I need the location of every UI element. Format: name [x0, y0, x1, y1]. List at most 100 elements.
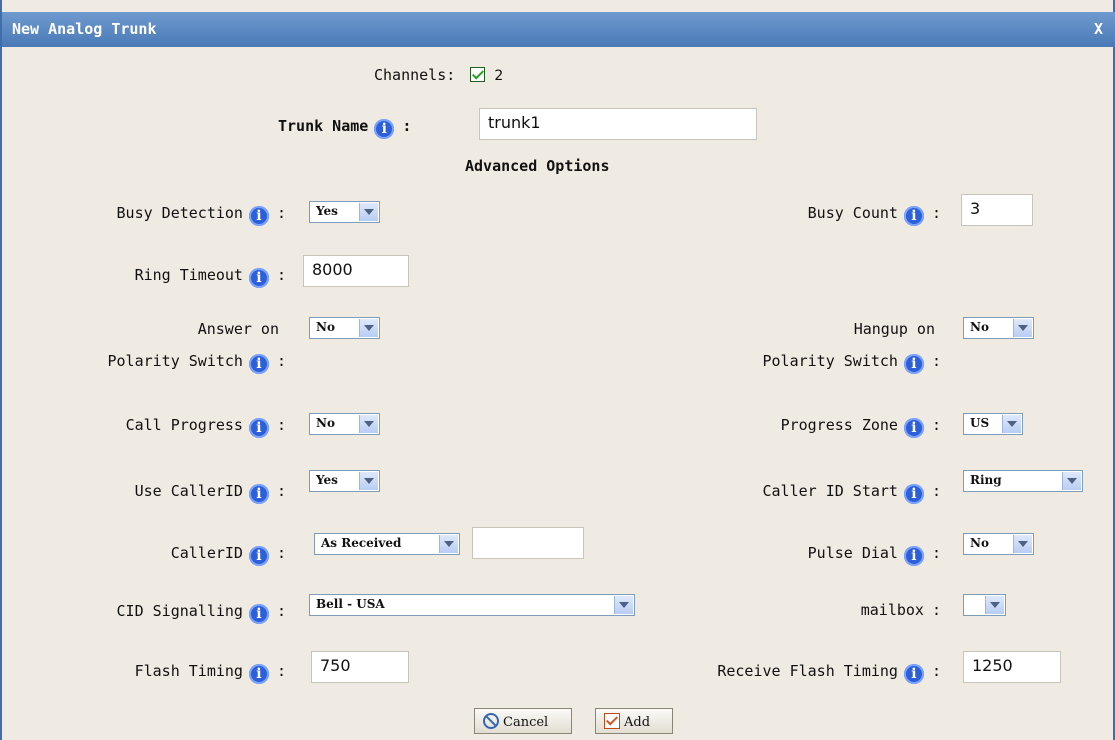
progress-zone-label: Progress Zone — [780, 416, 898, 434]
trunk-name-label: Trunk Name — [278, 117, 369, 135]
colon: : — [402, 117, 412, 135]
info-icon[interactable]: i — [903, 206, 924, 226]
answer-on-label-line2: Polarity Switch — [107, 352, 243, 370]
chevron-down-icon — [359, 319, 378, 337]
use-callerid-select[interactable]: Yes — [309, 470, 380, 492]
channels-label: Channels: — [374, 66, 456, 84]
info-icon[interactable]: i — [903, 354, 924, 374]
progress-zone-value: US — [970, 416, 990, 430]
hangup-on-polarity-select[interactable]: No — [963, 317, 1034, 339]
close-button[interactable]: X — [1094, 20, 1103, 38]
colon: : — [276, 544, 286, 562]
chevron-down-icon — [359, 472, 378, 490]
call-progress-label-row: Call Progress i: — [126, 416, 286, 438]
colon: : — [931, 482, 941, 500]
info-icon[interactable]: i — [903, 664, 924, 684]
callerid-input[interactable] — [472, 527, 584, 559]
trunk-name-input[interactable]: trunk1 — [479, 108, 757, 140]
busy-count-input[interactable]: 3 — [961, 194, 1033, 226]
flash-timing-input[interactable]: 750 — [311, 651, 409, 683]
add-label: Add — [624, 715, 651, 730]
channel-number: 2 — [494, 68, 504, 84]
info-icon[interactable]: i — [248, 664, 269, 684]
call-progress-select[interactable]: No — [309, 413, 380, 435]
colon: : — [931, 352, 941, 370]
info-icon[interactable]: i — [903, 484, 924, 504]
progress-zone-select[interactable]: US — [963, 413, 1023, 435]
callerid-start-select[interactable]: Ring — [963, 470, 1083, 492]
chevron-down-icon — [985, 596, 1004, 614]
info-icon[interactable]: i — [248, 268, 269, 288]
colon: : — [276, 482, 286, 500]
hangup-on-polarity-value: No — [970, 320, 989, 334]
flash-timing-label: Flash Timing — [134, 662, 243, 680]
cancel-label: Cancel — [503, 715, 549, 730]
busy-count-label: Busy Count — [807, 204, 898, 222]
add-button[interactable]: Add — [595, 708, 673, 734]
busy-detection-select[interactable]: Yes — [309, 201, 380, 223]
colon: : — [931, 416, 941, 434]
call-progress-value: No — [316, 416, 335, 430]
hangup-on-label-row: Polarity Switch i: — [763, 352, 941, 374]
use-callerid-label-row: Use CallerID i: — [135, 482, 286, 504]
ring-timeout-label: Ring Timeout — [134, 266, 243, 284]
cid-signalling-select[interactable]: Bell - USA — [309, 594, 635, 616]
answer-on-label-row: Polarity Switch i: — [107, 352, 286, 374]
colon: : — [276, 204, 286, 222]
info-icon[interactable]: i — [248, 604, 269, 624]
chevron-down-icon — [614, 596, 633, 614]
colon: : — [931, 204, 941, 222]
callerid-label-row: CallerID i: — [171, 544, 286, 566]
chevron-down-icon — [359, 203, 378, 221]
receive-flash-timing-label-row: Receive Flash Timing i: — [717, 662, 941, 684]
channels-row: Channels: 2 — [374, 66, 503, 84]
dialog-titlebar: New Analog Trunk X — [2, 12, 1115, 47]
call-progress-label: Call Progress — [125, 416, 243, 434]
colon: : — [276, 662, 286, 680]
ring-timeout-label-row: Ring Timeout i: — [135, 266, 286, 288]
callerid-start-value: Ring — [970, 473, 1002, 487]
use-callerid-label: Use CallerID — [134, 482, 243, 500]
busy-detection-label-row: Busy Detection i: — [117, 204, 286, 226]
colon: : — [276, 266, 286, 284]
info-icon[interactable]: i — [374, 119, 395, 139]
chevron-down-icon — [359, 415, 378, 433]
flash-timing-label-row: Flash Timing i: — [135, 662, 286, 684]
pulse-dial-label: Pulse Dial — [807, 544, 898, 562]
dialog-title: New Analog Trunk — [12, 20, 157, 38]
info-icon[interactable]: i — [248, 354, 269, 374]
cid-signalling-label: CID Signalling — [116, 602, 243, 620]
chevron-down-icon — [1002, 415, 1021, 433]
colon: : — [931, 544, 941, 562]
info-icon[interactable]: i — [248, 206, 269, 226]
channel-checkbox[interactable] — [470, 67, 486, 82]
info-icon[interactable]: i — [248, 484, 269, 504]
info-icon[interactable]: i — [248, 546, 269, 566]
colon: : — [276, 602, 286, 620]
info-icon[interactable]: i — [903, 418, 924, 438]
colon: : — [931, 662, 941, 680]
pulse-dial-select[interactable]: No — [963, 533, 1034, 555]
callerid-select[interactable]: As Received — [314, 533, 460, 555]
busy-detection-label: Busy Detection — [116, 204, 243, 222]
answer-on-polarity-select[interactable]: No — [309, 317, 380, 339]
cancel-button[interactable]: Cancel — [474, 708, 572, 734]
answer-on-label-line1: Answer on — [197, 320, 279, 338]
chevron-down-icon — [439, 535, 458, 553]
info-icon[interactable]: i — [248, 418, 269, 438]
colon: : — [276, 352, 286, 370]
cid-signalling-value: Bell - USA — [316, 597, 385, 611]
mailbox-select[interactable] — [963, 594, 1006, 616]
colon: : — [276, 416, 286, 434]
receive-flash-timing-input[interactable]: 1250 — [963, 651, 1061, 683]
info-icon[interactable]: i — [903, 546, 924, 566]
busy-count-label-row: Busy Count i: — [808, 204, 941, 226]
answer-on-polarity-value: No — [316, 320, 335, 334]
callerid-value: As Received — [321, 536, 402, 550]
ring-timeout-input[interactable]: 8000 — [303, 255, 409, 287]
receive-flash-timing-label: Receive Flash Timing — [717, 662, 898, 680]
pulse-dial-label-row: Pulse Dial i: — [808, 544, 941, 566]
chevron-down-icon — [1013, 319, 1032, 337]
busy-detection-value: Yes — [316, 204, 338, 218]
callerid-label: CallerID — [170, 544, 243, 562]
